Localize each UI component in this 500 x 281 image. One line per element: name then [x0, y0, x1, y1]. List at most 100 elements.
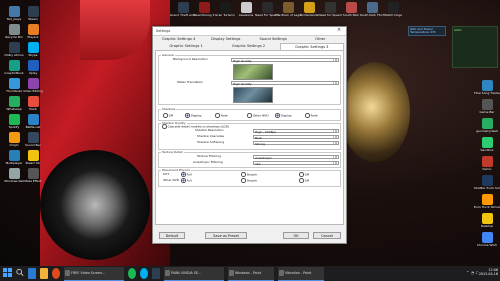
shadow-option-off[interactable]: Off	[163, 113, 173, 118]
desktop-icon[interactable]: Steam	[20, 6, 46, 21]
desktop-icon[interactable]: Chrome Work	[474, 232, 500, 247]
tab-display-settings[interactable]: Display Settings	[202, 36, 249, 43]
desktop-icon[interactable]: Video Editing	[20, 78, 46, 93]
default-button[interactable]: Default	[159, 232, 185, 239]
clock[interactable]: 12:06 2015-04-16	[479, 268, 498, 276]
app-icon	[229, 270, 234, 276]
search-icon[interactable]	[16, 268, 24, 279]
tab-graphic-settings-4[interactable]: Graphic Settings 4	[155, 36, 202, 43]
desktop-icon[interactable]: Demo	[474, 156, 500, 171]
chevron-down-icon: ▾	[333, 130, 338, 133]
close-button[interactable]: ×	[335, 28, 343, 34]
system-tray[interactable]: ⌃ ◔ ♪	[466, 270, 478, 275]
texture-filtering-value: Anisotropic	[255, 156, 272, 160]
app-icon	[240, 2, 252, 13]
shadow-option-display-2[interactable]: Display	[275, 113, 292, 118]
water-translation-select[interactable]: High Quality ▾	[231, 81, 339, 86]
app-icon	[8, 6, 20, 17]
desktop-icon[interactable]: Players	[20, 24, 46, 39]
app-icon	[282, 2, 294, 13]
wheel-wallpaper	[40, 150, 150, 260]
anisotropic-filtering-select[interactable]: 16x ▾	[253, 161, 339, 166]
desktop-icon[interactable]: Sound Rec	[20, 132, 46, 147]
tab-graphic-settings-2[interactable]: Graphic Settings 2	[217, 43, 279, 50]
physics-dxt-full[interactable]: Full	[181, 172, 192, 177]
headlight-wallpaper	[340, 62, 410, 162]
taskbar-app-3[interactable]: Vibration - Paint	[278, 267, 324, 281]
app-icon	[27, 42, 39, 53]
desktop-icon[interactable]: Desktop	[474, 213, 500, 228]
shadow-option-other-nvd[interactable]: Other NVD	[247, 113, 269, 118]
chevron-down-icon: ▾	[333, 156, 338, 159]
steam-icon[interactable]	[152, 268, 160, 279]
skype-icon[interactable]	[140, 268, 148, 279]
desktop-icon[interactable]: Battle.net	[20, 114, 46, 129]
taskbar: FREE Video Screen... PAINL NVIDIA SE... …	[0, 266, 500, 281]
app-icon	[279, 270, 284, 276]
group-texture-detail-title: Texture Detail	[161, 150, 184, 154]
desktop-icon[interactable]: Euro Truck Simulator	[474, 194, 500, 209]
desktop-icon[interactable]: Flow Song Tracker	[474, 80, 500, 95]
task-view-icon[interactable]	[28, 268, 36, 279]
desktop-icon[interactable]: Skype	[20, 42, 46, 57]
desktop-icon[interactable]: Uplay	[20, 60, 46, 75]
taskbar-app-2[interactable]: Windows - Paint	[228, 267, 274, 281]
desktop-icon[interactable]: Mass Effect	[20, 168, 46, 183]
shadow-resolution-select[interactable]: High - 2048px ▾	[253, 129, 339, 134]
taskbar-app-3-label: Vibration - Paint	[285, 271, 312, 275]
gfx-monitor-widget: GRID	[452, 26, 498, 68]
physics-dxt-simple[interactable]: Simple	[241, 172, 257, 177]
background-resolution-select[interactable]: High Quality ▾	[231, 58, 339, 63]
physics-other-simple[interactable]: Simple	[241, 178, 257, 183]
physics-other-simple-label: Simple	[246, 178, 257, 183]
shadow-resolution-value: High - 2048px	[255, 130, 277, 134]
taskbar-app-0[interactable]: FREE Video Screen...	[64, 267, 124, 281]
app-icon	[198, 2, 210, 13]
shadow-option-fade-2[interactable]: Fade	[305, 113, 318, 118]
desktop-icon[interactable]: Paint	[20, 96, 46, 111]
app-icon	[8, 96, 20, 107]
shadow-softening-select[interactable]: Strong ▾	[253, 141, 339, 146]
settings-dialog: Settings × Graphic Settings 4 Display Se…	[152, 26, 347, 244]
file-explorer-icon[interactable]	[40, 268, 48, 279]
tab-graphic-settings-3[interactable]: Graphic Settings 3	[279, 43, 344, 50]
taskbar-app-1[interactable]: PAINL NVIDIA SE...	[164, 267, 224, 281]
physics-other-full[interactable]: Full	[181, 178, 192, 183]
physics-dxt-off[interactable]: Off	[299, 172, 309, 177]
desktop-icon[interactable]: SCANIA Truck Simulator	[474, 175, 500, 190]
physics-other-off[interactable]: Off	[299, 178, 309, 183]
desktop-icon[interactable]: Steam Dir	[20, 150, 46, 165]
clock-date: 2015-04-16	[478, 272, 498, 276]
desktop-icon-label: Players	[27, 36, 39, 39]
desktop-icon[interactable]: Sandbox	[474, 137, 500, 152]
dialog-titlebar[interactable]: Settings ×	[153, 27, 346, 36]
spotify-icon[interactable]	[128, 268, 136, 279]
background-preview-image	[233, 64, 273, 80]
desktop-icon[interactable]: geometrydash	[474, 118, 500, 133]
desktop-icon[interactable]: Watch Dogs	[380, 2, 406, 17]
shadow-option-display[interactable]: Display	[185, 113, 202, 118]
shadow-option-display-2-label: Display	[280, 113, 292, 118]
tab-sound-settings[interactable]: Sound Settings	[250, 36, 297, 43]
desktop-icon[interactable]: Game Bar	[474, 99, 500, 114]
shadow-cascades-select[interactable]: Best ▾	[253, 135, 339, 140]
app-icon	[303, 2, 315, 13]
tab-graphic-settings-1[interactable]: Graphic Settings 1	[155, 43, 217, 50]
tab-row-top: Graphic Settings 4 Display Settings Soun…	[155, 36, 344, 43]
start-button[interactable]	[3, 268, 12, 279]
firefox-icon[interactable]	[52, 268, 60, 279]
ok-button[interactable]: OK	[283, 232, 309, 239]
cancel-button[interactable]: Cancel	[313, 232, 341, 239]
chevron-down-icon: ▾	[333, 59, 338, 62]
app-icon	[481, 232, 493, 243]
group-shadows: Shadows Off Display Fade Other NVD Displ…	[158, 108, 341, 121]
app-icon	[481, 137, 493, 148]
texture-filtering-label: Texture Filtering	[197, 154, 222, 158]
save-preset-button[interactable]: Save as Preset	[205, 232, 247, 239]
shadow-option-fade[interactable]: Fade	[215, 113, 228, 118]
app-icon	[65, 270, 70, 276]
texture-filtering-select[interactable]: Anisotropic ▾	[253, 155, 339, 160]
app-icon	[27, 168, 39, 179]
tab-other[interactable]: Other	[297, 36, 344, 43]
desktop-icon-label: Game Bar	[479, 111, 495, 114]
